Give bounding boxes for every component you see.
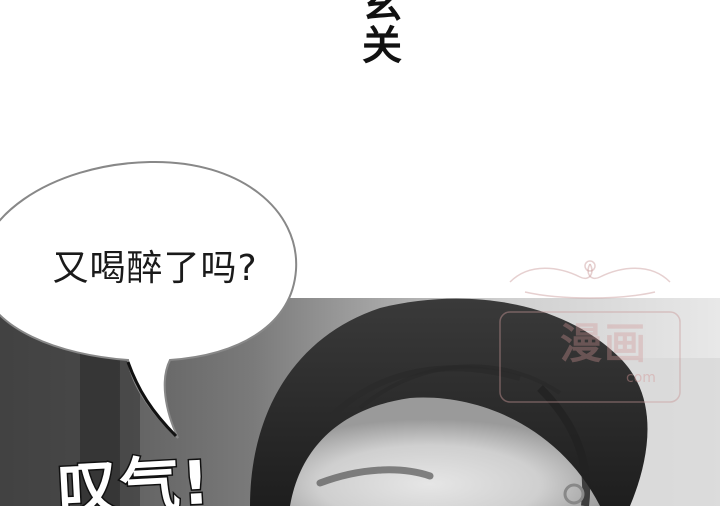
speech-bubble bbox=[0, 160, 298, 439]
sound-effect-top: 玄关 bbox=[355, 0, 401, 66]
watermark-text: 漫画 bbox=[560, 319, 649, 368]
speech-bubble-text: 又喝醉了吗? bbox=[52, 248, 258, 289]
watermark-url: com bbox=[626, 370, 656, 386]
sound-effect-bottom: 叹气! bbox=[55, 447, 215, 506]
comic-page: 玄关 漫画 com 又喝醉了吗? 叹气! bbox=[0, 0, 720, 506]
